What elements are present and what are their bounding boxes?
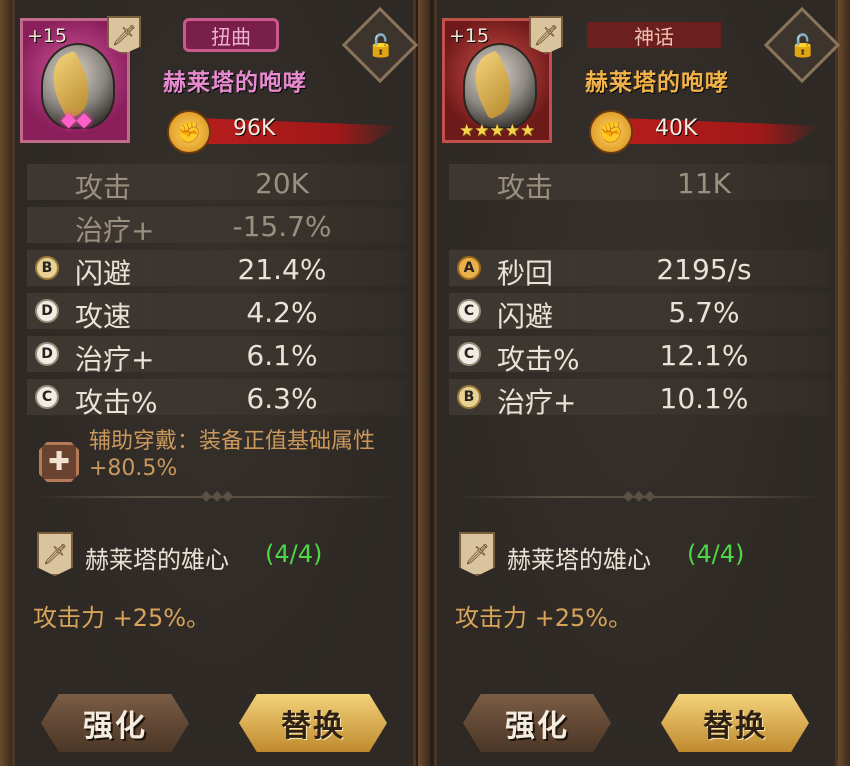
stat-value: 5.7% bbox=[668, 296, 740, 329]
stat-label: 攻击% bbox=[75, 386, 158, 419]
stat-row: D 治疗+ 6.1% bbox=[27, 336, 407, 376]
stat-label: 治疗+ bbox=[75, 343, 155, 376]
grade-b-icon: B bbox=[35, 256, 59, 280]
replace-button[interactable]: 替换 bbox=[661, 694, 809, 752]
stat-row: C 闪避 5.7% bbox=[449, 293, 829, 333]
enhance-level: +15 bbox=[449, 25, 490, 47]
stat-label: 攻速 bbox=[75, 300, 132, 333]
stat-label: 治疗+ bbox=[75, 214, 155, 247]
fist-icon: ✊ bbox=[167, 110, 211, 154]
stat-row: C 攻击% 6.3% bbox=[27, 379, 407, 419]
stat-row: B 治疗+ 10.1% bbox=[449, 379, 829, 419]
stat-value: 4.2% bbox=[246, 296, 318, 329]
stat-value: 11K bbox=[677, 167, 731, 200]
equipment-panel-current: ◆◆ +15 🗡 扭曲 赫莱塔的咆哮 🔓 ✊ 96K 攻击 20K 治疗+ -1… bbox=[12, 0, 419, 766]
power-value: 40K bbox=[655, 116, 698, 141]
stat-label: 闪避 bbox=[75, 257, 132, 290]
power-bar bbox=[195, 118, 400, 144]
power-value: 96K bbox=[233, 116, 276, 141]
helmet-icon bbox=[463, 43, 537, 129]
stat-value: 12.1% bbox=[659, 339, 749, 372]
stat-row: C 攻击% 12.1% bbox=[449, 336, 829, 376]
set-bonus: 攻击力 +25%。 bbox=[33, 604, 211, 632]
enhance-button[interactable]: 强化 bbox=[463, 694, 611, 752]
stat-label: 秒回 bbox=[497, 257, 554, 290]
power-bar bbox=[617, 118, 822, 144]
grade-b-icon: B bbox=[457, 385, 481, 409]
star-rating: ★★★★★ bbox=[459, 121, 536, 141]
sword-icon: 🗡 bbox=[37, 532, 73, 576]
stat-row: D 攻速 4.2% bbox=[27, 293, 407, 333]
set-count: (4/4) bbox=[687, 540, 745, 568]
stat-value: 10.1% bbox=[659, 382, 749, 415]
stat-value: 21.4% bbox=[237, 253, 327, 286]
grade-a-icon: A bbox=[457, 256, 481, 280]
stat-value: 6.1% bbox=[246, 339, 318, 372]
stat-label: 攻击% bbox=[497, 343, 580, 376]
grade-d-icon: D bbox=[35, 299, 59, 323]
stat-label: 闪避 bbox=[497, 300, 554, 333]
fist-icon: ✊ bbox=[589, 110, 633, 154]
set-name: 赫莱塔的雄心 bbox=[85, 546, 229, 574]
sword-icon: 🗡 bbox=[459, 532, 495, 576]
item-name: 赫莱塔的咆哮 bbox=[585, 70, 729, 96]
grade-c-icon: C bbox=[35, 385, 59, 409]
stat-value: 20K bbox=[255, 167, 309, 200]
grade-d-icon: D bbox=[35, 342, 59, 366]
enhance-level: +15 bbox=[27, 25, 68, 47]
divider-diamonds: ◆◆◆ bbox=[622, 488, 656, 504]
stat-label: 攻击 bbox=[75, 171, 132, 204]
set-count: (4/4) bbox=[265, 540, 323, 568]
grade-c-icon: C bbox=[457, 342, 481, 366]
stat-value: 2195/s bbox=[656, 253, 752, 286]
backdrop-middle-edge bbox=[418, 0, 430, 766]
set-name: 赫莱塔的雄心 bbox=[507, 546, 651, 574]
sword-icon: 🗡 bbox=[529, 16, 563, 54]
unlocked-padlock-icon[interactable]: 🔓 bbox=[366, 28, 396, 64]
stat-label: 治疗+ bbox=[497, 386, 577, 419]
backdrop-left-edge bbox=[0, 0, 12, 766]
sword-icon: 🗡 bbox=[107, 16, 141, 54]
power-row: ✊ 96K bbox=[165, 110, 415, 154]
replace-button[interactable]: 替换 bbox=[239, 694, 387, 752]
item-name: 赫莱塔的咆哮 bbox=[163, 70, 307, 96]
grade-c-icon: C bbox=[457, 299, 481, 323]
aux-wear-text: 辅助穿戴：装备正值基础属性 +80.5% bbox=[89, 429, 376, 481]
stat-label: 攻击 bbox=[497, 171, 554, 204]
stat-row: 治疗+ -15.7% bbox=[27, 207, 407, 247]
stat-row: 攻击 11K bbox=[449, 164, 829, 204]
divider-diamonds: ◆◆◆ bbox=[200, 488, 234, 504]
grade-badge: 扭曲 bbox=[183, 18, 279, 52]
pink-eyes-icon: ◆◆ bbox=[61, 107, 92, 131]
power-row: ✊ 40K bbox=[587, 110, 837, 154]
stat-row: A 秒回 2195/s bbox=[449, 250, 829, 290]
stat-value: 6.3% bbox=[246, 382, 318, 415]
stat-value: -15.7% bbox=[232, 210, 332, 243]
equipment-panel-compare: ★★★★★ +15 🗡 神话 赫莱塔的咆哮 🔓 ✊ 40K 攻击 11K A 秒… bbox=[434, 0, 841, 766]
backdrop-right-edge bbox=[838, 0, 850, 766]
set-bonus: 攻击力 +25%。 bbox=[455, 604, 633, 632]
grade-badge: 神话 bbox=[587, 22, 721, 49]
enhance-button[interactable]: 强化 bbox=[41, 694, 189, 752]
plus-cross-icon: ✚ bbox=[39, 442, 79, 482]
stat-row: B 闪避 21.4% bbox=[27, 250, 407, 290]
unlocked-padlock-icon[interactable]: 🔓 bbox=[788, 28, 818, 64]
stat-row: 攻击 20K bbox=[27, 164, 407, 204]
